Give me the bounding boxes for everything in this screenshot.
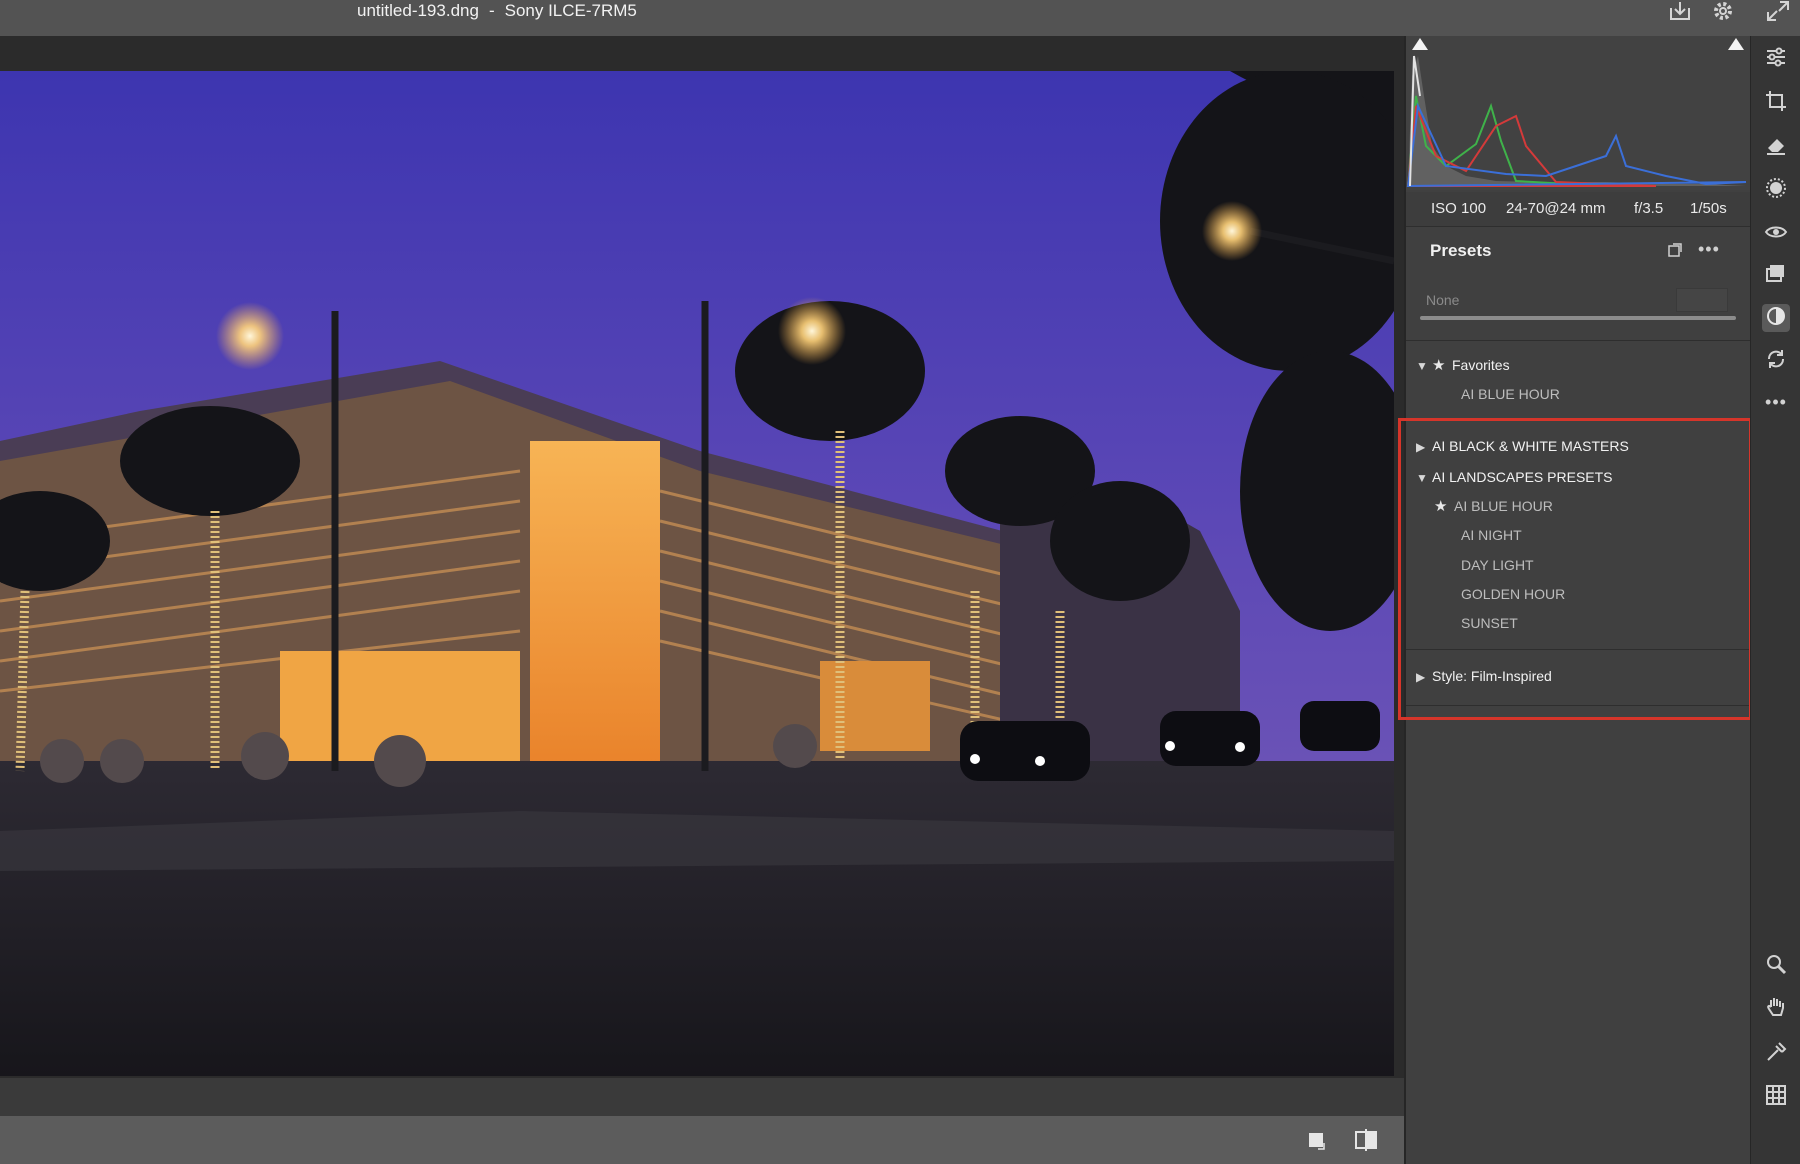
camera-model: Sony ILCE-7RM5 [504,1,637,20]
favorites-group[interactable]: ▼ ★ Favorites [1416,353,1510,377]
exif-aperture: f/3.5 [1634,200,1664,217]
photo-preview[interactable] [0,71,1394,1076]
title-separator: - [488,1,495,20]
file-name: untitled-193.dng [357,1,479,20]
preset-amount-row: None [1406,276,1750,340]
red-eye-icon[interactable] [1762,220,1790,248]
edit-sliders-icon[interactable] [1762,45,1790,73]
expand-triangle-icon[interactable]: ▼ [1416,354,1432,378]
preset-label: AI BLUE HOUR [1461,386,1560,402]
exif-shutter: 1/50s [1690,200,1727,217]
presets-icon[interactable] [1762,304,1790,332]
favorites-label: Favorites [1452,357,1510,373]
histogram [1406,36,1750,190]
window-title: untitled-193.dng - Sony ILCE-7RM5 [357,0,637,22]
snapshots-icon[interactable] [1762,347,1790,375]
star-icon: ★ [1432,357,1446,374]
preset-amount-field[interactable] [1676,288,1728,312]
shadow-clipping-icon[interactable] [1412,38,1428,50]
exif-iso: ISO 100 [1431,200,1487,217]
eraser-icon[interactable] [1762,133,1790,161]
preset-item[interactable]: AI BLUE HOUR [1461,382,1560,406]
view-bar [0,1116,1404,1164]
more-icon[interactable]: ••• [1762,388,1790,416]
single-view-icon[interactable] [1306,1129,1328,1151]
canvas-bottom-strip [0,1078,1404,1116]
title-bar: untitled-193.dng - Sony ILCE-7RM5 [0,0,1800,36]
zoom-icon[interactable] [1762,952,1790,980]
sampler-icon[interactable] [1762,1040,1790,1068]
grid-icon[interactable] [1762,1083,1790,1111]
preset-amount-label: None [1426,292,1460,308]
save-icon[interactable] [1666,0,1694,24]
exif-bar: ISO 100 24-70@24 mm f/3.5 1/50s [1406,192,1750,226]
presets-more-icon[interactable]: ••• [1698,239,1722,259]
exif-lens: 24-70@24 mm [1506,200,1606,217]
preset-amount-slider[interactable] [1420,316,1736,320]
photo-image [0,71,1394,1076]
highlight-clipping-icon[interactable] [1728,38,1744,50]
masking-icon[interactable] [1762,176,1790,204]
divider [1406,340,1750,341]
layers-icon[interactable] [1762,262,1790,290]
highlight-box [1398,418,1752,720]
expand-icon[interactable] [1764,0,1792,24]
presets-title: Presets [1430,241,1492,260]
gear-icon[interactable] [1709,0,1737,24]
crop-icon[interactable] [1762,89,1790,117]
before-after-icon[interactable] [1354,1128,1378,1152]
presets-header: Presets ••• [1406,226,1750,277]
hand-icon[interactable] [1762,995,1790,1023]
create-preset-icon[interactable] [1666,242,1684,260]
